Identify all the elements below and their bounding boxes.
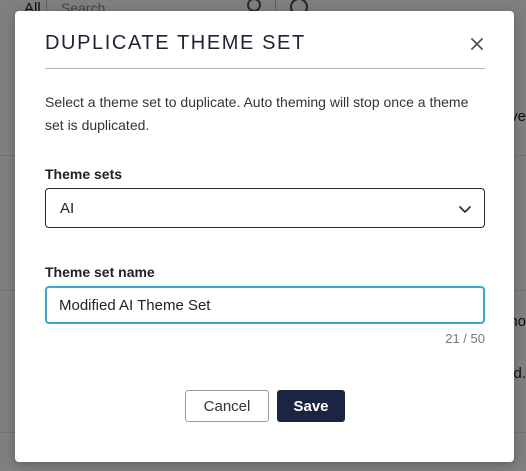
dialog-title: DUPLICATE THEME SET: [45, 32, 306, 54]
close-button[interactable]: [468, 35, 486, 53]
duplicate-theme-set-dialog: DUPLICATE THEME SET Select a theme set t…: [15, 11, 514, 462]
dialog-description: Select a theme set to duplicate. Auto th…: [45, 94, 469, 133]
theme-set-name-label: Theme set name: [45, 264, 155, 280]
cancel-button[interactable]: Cancel: [185, 390, 269, 422]
theme-sets-label: Theme sets: [45, 166, 123, 182]
character-count: 21 / 50: [445, 331, 485, 346]
save-button[interactable]: Save: [277, 390, 345, 422]
close-icon: [471, 38, 483, 50]
theme-sets-selected-value: AI: [60, 200, 75, 217]
theme-sets-select[interactable]: AI: [45, 188, 485, 228]
chevron-down-icon: [458, 202, 472, 220]
theme-set-name-input[interactable]: [45, 286, 485, 324]
title-divider: [45, 68, 485, 69]
